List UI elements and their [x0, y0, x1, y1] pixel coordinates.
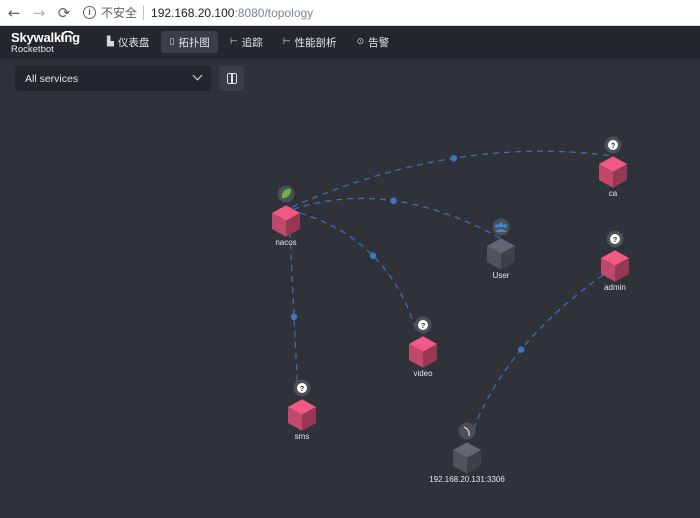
logo-subtitle: Rocketbot	[11, 44, 54, 55]
logo-arc-icon	[61, 31, 74, 42]
service-select[interactable]: All services	[15, 66, 211, 91]
trace-icon: ⊢	[229, 37, 238, 47]
nav-label: 追踪	[241, 36, 263, 49]
url-path[interactable]: :8080/topology	[234, 6, 313, 20]
nav-label: 仪表盘	[117, 36, 150, 49]
service-select-value: All services	[25, 72, 79, 85]
node-label: video	[413, 369, 433, 378]
node-admin[interactable]: ? admin	[601, 230, 629, 293]
badge-bg	[458, 422, 476, 440]
question-mark: ?	[421, 321, 426, 330]
nav-label: 告警	[368, 36, 390, 49]
arrow-left-icon[interactable]: ←	[3, 2, 25, 24]
edge-midpoint[interactable]	[290, 313, 298, 321]
edge-midpoint[interactable]	[450, 154, 458, 162]
user-group-icon-right	[503, 224, 507, 228]
node-nacos[interactable]: nacos	[272, 185, 300, 248]
edge-midpoint[interactable]	[369, 252, 377, 260]
logo[interactable]: Skywalking Rocketbot	[11, 30, 81, 55]
question-mark: ?	[300, 384, 305, 393]
node-user[interactable]: User	[487, 218, 515, 281]
edge-admin-db[interactable]	[471, 274, 604, 434]
nav-item-alarm[interactable]: ⊙ 告警	[349, 31, 398, 53]
main-nav: ▙ 仪表盘 ▯ 拓扑图 ⊢ 追踪 ⊢ 性能剖析 ⊙ 告警	[99, 31, 401, 53]
nav-item-profile[interactable]: ⊢ 性能剖析	[275, 31, 345, 53]
nav-label: 拓扑图	[178, 36, 210, 49]
browser-address-bar: ← → ⟳ i 不安全 192.168.20.100:8080/topology	[0, 0, 700, 26]
url-divider	[143, 5, 145, 20]
question-mark: ?	[613, 235, 618, 244]
nav-label: 性能剖析	[294, 36, 337, 49]
topology-icon: ▯	[169, 37, 175, 47]
url-field[interactable]: i 不安全 192.168.20.100:8080/topology	[83, 3, 700, 23]
security-status[interactable]: 不安全	[101, 4, 137, 21]
edge-midpoint[interactable]	[390, 197, 397, 205]
question-mark: ?	[611, 141, 616, 150]
layout-icon	[227, 73, 237, 84]
user-group-icon	[498, 222, 504, 228]
edge-nacos-video[interactable]	[299, 212, 417, 331]
edge-midpoint[interactable]	[517, 346, 525, 353]
node-ca[interactable]: ? ca	[599, 136, 627, 199]
arrow-right-icon[interactable]: →	[28, 2, 50, 24]
node-label: sms	[295, 432, 310, 441]
edge-user-nacos[interactable]	[293, 197, 501, 239]
profile-icon: ⊢	[282, 37, 291, 47]
node-label: User	[493, 271, 510, 280]
app-header: Skywalking Rocketbot ▙ 仪表盘 ▯ 拓扑图 ⊢ 追踪 ⊢ 性能剖析…	[0, 26, 700, 59]
layout-button[interactable]	[219, 66, 244, 91]
nav-item-trace[interactable]: ⊢ 追踪	[222, 31, 271, 53]
nav-item-dashboard[interactable]: ▙ 仪表盘	[99, 31, 157, 53]
node-label: admin	[604, 283, 626, 292]
alarm-icon: ⊙	[356, 37, 365, 47]
reload-icon[interactable]: ⟳	[53, 2, 75, 24]
user-group-icon-left	[495, 224, 499, 228]
topology-graph[interactable]: nacos? ca User? admin? video? sms 192.168.20.1…	[0, 92, 700, 518]
chevron-down-icon	[192, 70, 203, 81]
node-db[interactable]: 192.168.20.131:3306	[429, 422, 505, 485]
url-host[interactable]: 192.168.20.100	[151, 6, 234, 20]
node-label: nacos	[275, 238, 296, 247]
info-icon[interactable]: i	[83, 6, 96, 19]
node-label: ca	[609, 189, 618, 198]
nav-item-topology[interactable]: ▯ 拓扑图	[161, 31, 218, 53]
node-label: 192.168.20.131:3306	[429, 475, 505, 484]
dashboard-icon: ▙	[107, 37, 114, 47]
node-sms[interactable]: ? sms	[288, 379, 316, 442]
node-video[interactable]: ? video	[409, 316, 437, 379]
